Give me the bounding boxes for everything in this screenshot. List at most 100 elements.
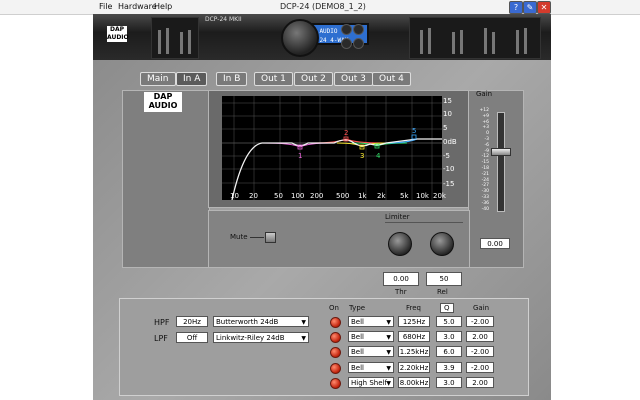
band-type-select[interactable]: Bell ▼ <box>348 331 394 342</box>
gain-value[interactable]: 0.00 <box>480 238 510 249</box>
rack-button[interactable] <box>353 24 364 35</box>
band-handle-5[interactable] <box>411 134 417 140</box>
x-axis-label: 200 <box>310 192 324 200</box>
menu-help[interactable]: Help <box>154 2 172 11</box>
gain-scale-tick: -40 <box>481 206 489 212</box>
band-label-1: 1 <box>298 152 302 160</box>
chevron-down-icon: ▼ <box>386 365 391 372</box>
y-axis-label: -10 <box>443 165 455 173</box>
release-label: Rel <box>437 288 448 296</box>
band-type-select[interactable]: Bell ▼ <box>348 316 394 327</box>
band-frequency[interactable]: 2.20kHz <box>398 362 430 373</box>
input-meters <box>151 17 199 59</box>
band-type-value: Bell <box>351 348 364 356</box>
gain-scale: +12 +9 +6 +3 0 -3 -6 -9 -12 -15 -18 -21 -24 -27 -30 -33… <box>475 108 490 212</box>
tab-out-4[interactable]: Out 4 <box>372 72 411 86</box>
gain-fader-handle[interactable] <box>491 148 511 157</box>
gain-fader-track[interactable] <box>497 112 505 212</box>
mute-button[interactable] <box>265 232 276 243</box>
hpf-frequency[interactable]: 20Hz <box>176 316 208 327</box>
x-axis-label: 10 <box>230 192 239 200</box>
band-gain[interactable]: 2.00 <box>466 377 494 388</box>
x-axis-label: 10k <box>416 192 429 200</box>
tab-in-b[interactable]: In B <box>216 72 248 86</box>
lpf-type-value: Linkwitz-Riley 24dB <box>216 334 285 342</box>
logo-line-1: DAP <box>153 92 173 101</box>
release-value[interactable]: 50 <box>426 272 462 286</box>
chevron-down-icon: ▼ <box>386 380 391 387</box>
band-type-select[interactable]: Bell ▼ <box>348 362 394 373</box>
band-label-3: 3 <box>360 152 364 160</box>
band-on-led[interactable] <box>330 363 341 374</box>
x-axis-label: 500 <box>336 192 350 200</box>
band-q[interactable]: 6.0 <box>436 346 462 357</box>
band-gain[interactable]: -2.00 <box>466 362 494 373</box>
eq-response-graph[interactable]: 1 2 3 4 5 <box>222 96 442 200</box>
band-label-4: 4 <box>376 152 381 160</box>
band-label-2: 2 <box>344 129 348 137</box>
limiter-label: Limiter <box>385 213 410 221</box>
tab-in-a[interactable]: In A <box>176 72 208 86</box>
menu-bar: File Hardware Help DCP-24 (DEMO8_1_2) ? … <box>0 0 640 15</box>
hpf-type-value: Butterworth 24dB <box>216 318 279 326</box>
band-gain[interactable]: -2.00 <box>466 316 494 327</box>
chevron-down-icon: ▼ <box>301 335 306 342</box>
x-axis-label: 100 <box>291 192 305 200</box>
eq-header-gain: Gain <box>473 304 490 312</box>
output-meters <box>409 17 541 59</box>
rack-button[interactable] <box>341 38 352 49</box>
band-gain[interactable]: -2.00 <box>466 346 494 357</box>
threshold-knob[interactable] <box>388 232 412 256</box>
y-axis-label: 0dB <box>443 138 457 146</box>
rack-button[interactable] <box>341 24 352 35</box>
device-rack: DAP AUDIO DCP-24 MKII DAP AUDIO DCP-24 4-… <box>93 14 551 60</box>
band-on-led[interactable] <box>330 347 341 358</box>
logo-line-2: AUDIO <box>148 101 178 110</box>
tab-out-3[interactable]: Out 3 <box>334 72 373 86</box>
menu-hardware[interactable]: Hardware <box>118 2 157 11</box>
band-gain[interactable]: 2.00 <box>466 331 494 342</box>
tab-out-1[interactable]: Out 1 <box>254 72 293 86</box>
hpf-type-select[interactable]: Butterworth 24dB ▼ <box>213 316 309 327</box>
rack-button[interactable] <box>353 38 364 49</box>
lpf-type-select[interactable]: Linkwitz-Riley 24dB ▼ <box>213 332 309 343</box>
help-icon[interactable]: ? <box>509 1 523 14</box>
band-q[interactable]: 3.0 <box>436 331 462 342</box>
x-axis-label: 5k <box>400 192 409 200</box>
chevron-down-icon: ▼ <box>386 319 391 326</box>
tab-out-2[interactable]: Out 2 <box>294 72 333 86</box>
band-on-led[interactable] <box>330 378 341 389</box>
main-knob[interactable] <box>281 19 319 57</box>
band-on-led[interactable] <box>330 317 341 328</box>
dap-audio-logo: DAP AUDIO <box>144 92 182 112</box>
release-knob[interactable] <box>430 232 454 256</box>
x-axis-label: 1k <box>358 192 367 200</box>
x-axis-label: 20 <box>249 192 258 200</box>
y-axis-label: 10 <box>443 110 452 118</box>
band-type-select[interactable]: Bell ▼ <box>348 346 394 357</box>
threshold-value[interactable]: 0.00 <box>383 272 419 286</box>
band-type-select[interactable]: High Shelf ▼ <box>348 377 394 388</box>
band-frequency[interactable]: 680Hz <box>398 331 430 342</box>
band-q[interactable]: 3.0 <box>436 377 462 388</box>
chevron-down-icon: ▼ <box>386 334 391 341</box>
menu-file[interactable]: File <box>99 2 112 11</box>
band-q[interactable]: 3.9 <box>436 362 462 373</box>
tab-main[interactable]: Main <box>140 72 176 86</box>
x-axis-label: 20k <box>433 192 446 200</box>
threshold-label: Thr <box>395 288 407 296</box>
y-axis-label: -5 <box>443 152 450 160</box>
band-on-led[interactable] <box>330 332 341 343</box>
edit-icon[interactable]: ✎ <box>523 1 537 14</box>
lpf-frequency[interactable]: Off <box>176 332 208 343</box>
band-frequency[interactable]: 1.25kHz <box>398 346 430 357</box>
band-q[interactable]: 5.0 <box>436 316 462 327</box>
device-model: DCP-24 MKII <box>205 16 242 23</box>
limiter-divider <box>385 222 463 223</box>
close-icon[interactable]: ✕ <box>537 1 551 14</box>
band-frequency[interactable]: 125Hz <box>398 316 430 327</box>
mute-label: Mute <box>230 233 248 241</box>
band-frequency[interactable]: 8.00kHz <box>398 377 430 388</box>
y-axis-label: 5 <box>443 124 448 132</box>
logo-panel <box>122 90 210 268</box>
